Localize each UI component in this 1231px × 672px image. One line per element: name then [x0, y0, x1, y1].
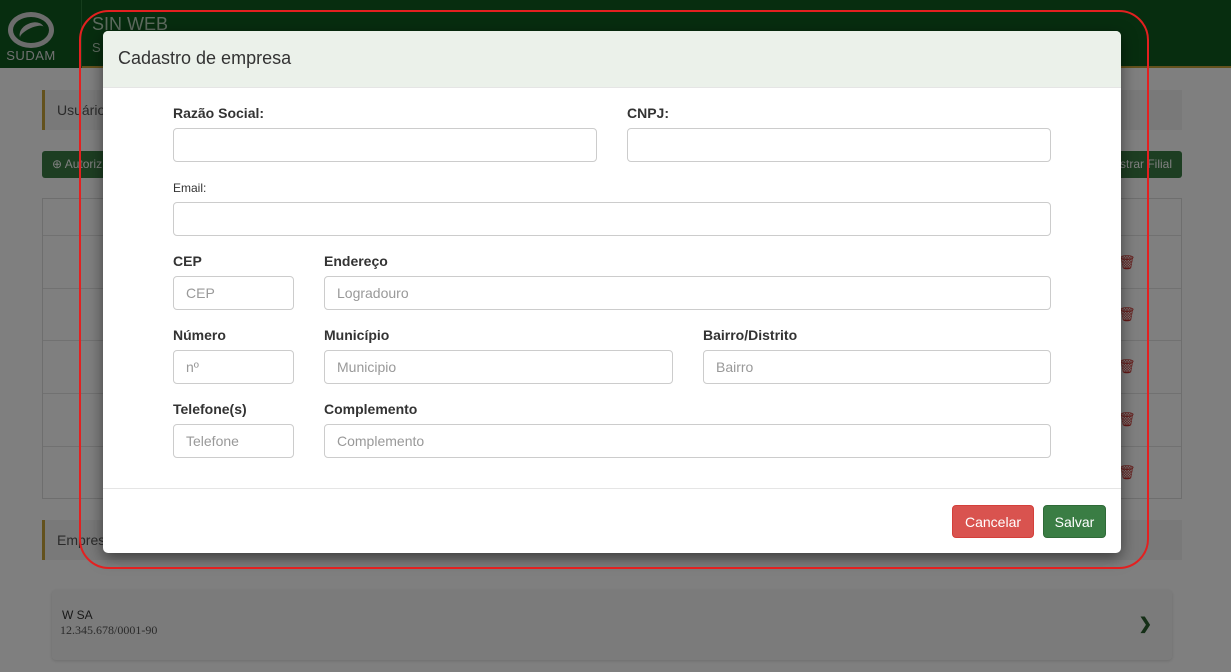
endereco-label: Endereço: [324, 253, 388, 269]
modal-title: Cadastro de empresa: [118, 48, 292, 68]
modal-header: Cadastro de empresa: [103, 31, 1121, 88]
modal-footer: Cancelar Salvar: [103, 488, 1121, 553]
company-registration-modal: Cadastro de empresa Razão Social: CNPJ: …: [103, 31, 1121, 553]
complemento-label: Complemento: [324, 401, 418, 417]
razao-social-input[interactable]: [173, 128, 597, 162]
bairro-input[interactable]: [703, 350, 1051, 384]
endereco-input[interactable]: [324, 276, 1051, 310]
cnpj-input[interactable]: [627, 128, 1051, 162]
razao-social-label: Razão Social:: [173, 105, 265, 121]
bairro-label: Bairro/Distrito: [703, 327, 798, 343]
save-button[interactable]: Salvar: [1043, 505, 1106, 538]
telefone-input[interactable]: [173, 424, 294, 458]
numero-input[interactable]: [173, 350, 294, 384]
cep-label: CEP: [173, 253, 202, 269]
telefone-label: Telefone(s): [173, 401, 247, 417]
email-input[interactable]: [173, 202, 1051, 236]
cancel-button[interactable]: Cancelar: [952, 505, 1034, 538]
numero-label: Número: [173, 327, 226, 343]
complemento-input[interactable]: [324, 424, 1051, 458]
modal-body: Razão Social: CNPJ: Email: CEP Endereço …: [103, 88, 1121, 488]
municipio-label: Município: [324, 327, 390, 343]
cep-input[interactable]: [173, 276, 294, 310]
email-label: Email:: [173, 181, 207, 195]
municipio-input[interactable]: [324, 350, 673, 384]
cnpj-label: CNPJ:: [627, 105, 670, 121]
